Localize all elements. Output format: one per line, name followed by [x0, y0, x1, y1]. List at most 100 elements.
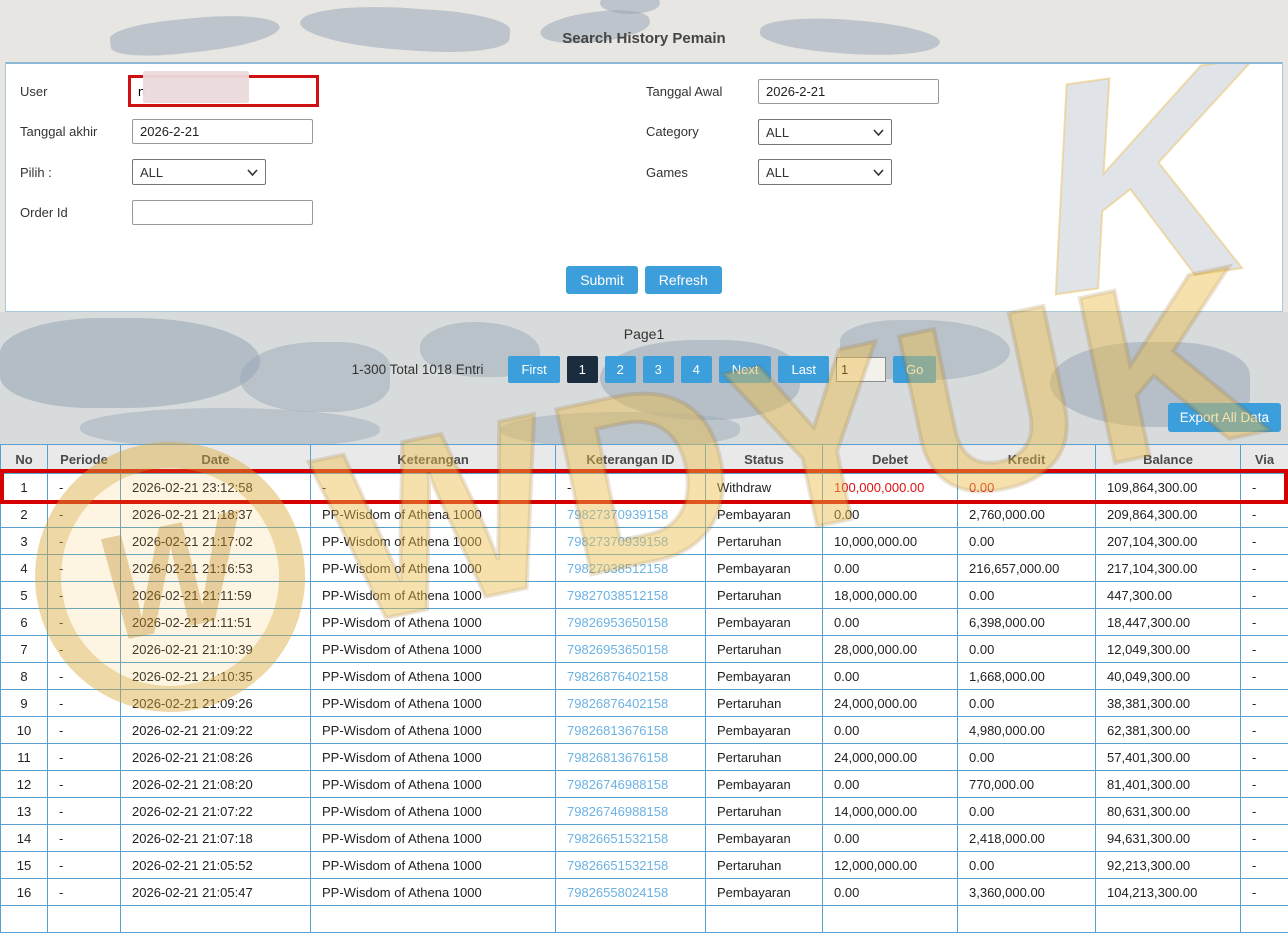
cell-keterangan-id[interactable]: 79827370939158	[556, 501, 706, 528]
cell-date: 2026-02-21 21:09:26	[121, 690, 311, 717]
cell-balance: 447,300.00	[1096, 582, 1241, 609]
table-row: 8-2026-02-21 21:10:35PP-Wisdom of Athena…	[1, 663, 1288, 690]
goto-page-input[interactable]	[836, 357, 886, 382]
chevron-down-icon	[873, 129, 884, 136]
cell-no: 4	[1, 555, 48, 582]
cell-debet: 28,000,000.00	[823, 636, 958, 663]
cell-date: 2026-02-21 21:11:51	[121, 609, 311, 636]
tanggal-akhir-input[interactable]	[132, 119, 313, 144]
table-row	[1, 906, 1288, 933]
cell-keterangan-id[interactable]: 79826651532158	[556, 852, 706, 879]
cell-balance: 94,631,300.00	[1096, 825, 1241, 852]
cell-keterangan: PP-Wisdom of Athena 1000	[311, 852, 556, 879]
first-page-button[interactable]: First	[508, 356, 559, 383]
order-id-input[interactable]	[132, 200, 313, 225]
cell-kredit: 3,360,000.00	[958, 879, 1096, 906]
cell-debet: 24,000,000.00	[823, 690, 958, 717]
submit-button[interactable]: Submit	[566, 266, 638, 294]
cell-keterangan-id[interactable]: 79827038512158	[556, 582, 706, 609]
cell-keterangan: PP-Wisdom of Athena 1000	[311, 609, 556, 636]
cell-keterangan-id[interactable]: 79826746988158	[556, 798, 706, 825]
cell-keterangan-id[interactable]: 79826813676158	[556, 744, 706, 771]
cell-balance: 104,213,300.00	[1096, 879, 1241, 906]
cell-keterangan-id[interactable]: 79826876402158	[556, 663, 706, 690]
cell-keterangan-id[interactable]: 79826953650158	[556, 609, 706, 636]
cell-status: Pembayaran	[706, 501, 823, 528]
cell-periode: -	[48, 474, 121, 501]
cell-via: -	[1241, 501, 1288, 528]
cell-periode	[48, 906, 121, 933]
cell-keterangan: PP-Wisdom of Athena 1000	[311, 825, 556, 852]
cell-kredit: 0.00	[958, 474, 1096, 501]
category-select[interactable]: ALL	[758, 119, 892, 145]
pilih-select[interactable]: ALL	[132, 159, 266, 185]
tanggal-awal-input[interactable]	[758, 79, 939, 104]
cell-balance: 18,447,300.00	[1096, 609, 1241, 636]
cell-keterangan-id[interactable]: 79826876402158	[556, 690, 706, 717]
page-button-1[interactable]: 1	[567, 356, 598, 383]
category-select-value: ALL	[766, 125, 789, 140]
page-button-2[interactable]: 2	[605, 356, 636, 383]
cell-keterangan: PP-Wisdom of Athena 1000	[311, 690, 556, 717]
cell-no: 15	[1, 852, 48, 879]
cell-balance: 12,049,300.00	[1096, 636, 1241, 663]
cell-keterangan-id[interactable]: 79826558024158	[556, 879, 706, 906]
cell-keterangan	[311, 906, 556, 933]
cell-date: 2026-02-21 21:10:39	[121, 636, 311, 663]
cell-debet: 10,000,000.00	[823, 528, 958, 555]
go-button[interactable]: Go	[893, 356, 936, 383]
tanggal-awal-label: Tanggal Awal	[646, 84, 722, 99]
export-all-data-button[interactable]: Export All Data	[1168, 403, 1281, 432]
cell-via: -	[1241, 690, 1288, 717]
cell-via: -	[1241, 879, 1288, 906]
cell-via: -	[1241, 555, 1288, 582]
cell-no: 3	[1, 528, 48, 555]
cell-balance: 62,381,300.00	[1096, 717, 1241, 744]
cell-no: 8	[1, 663, 48, 690]
cell-no: 11	[1, 744, 48, 771]
next-page-button[interactable]: Next	[719, 356, 772, 383]
cell-periode: -	[48, 717, 121, 744]
page-button-3[interactable]: 3	[643, 356, 674, 383]
cell-via: -	[1241, 582, 1288, 609]
cell-kredit: 0.00	[958, 582, 1096, 609]
cell-keterangan-id[interactable]: 79826953650158	[556, 636, 706, 663]
cell-kredit: 0.00	[958, 852, 1096, 879]
chevron-down-icon	[873, 169, 884, 176]
cell-date: 2026-02-21 21:16:53	[121, 555, 311, 582]
table-header-row: No Periode Date Keterangan Keterangan ID…	[1, 445, 1288, 474]
cell-keterangan-id[interactable]: 79826746988158	[556, 771, 706, 798]
cell-keterangan-id[interactable]: 79826651532158	[556, 825, 706, 852]
history-table: No Periode Date Keterangan Keterangan ID…	[0, 444, 1288, 933]
cell-periode: -	[48, 771, 121, 798]
cell-balance: 81,401,300.00	[1096, 771, 1241, 798]
col-balance: Balance	[1096, 445, 1241, 474]
cell-debet: 0.00	[823, 825, 958, 852]
cell-keterangan: PP-Wisdom of Athena 1000	[311, 744, 556, 771]
cell-status: Pembayaran	[706, 771, 823, 798]
cell-keterangan: PP-Wisdom of Athena 1000	[311, 663, 556, 690]
cell-status: Pembayaran	[706, 879, 823, 906]
cell-keterangan-id[interactable]: 79827370939158	[556, 528, 706, 555]
cell-date: 2026-02-21 21:07:18	[121, 825, 311, 852]
cell-periode: -	[48, 609, 121, 636]
cell-status: Pembayaran	[706, 555, 823, 582]
cell-kredit: 216,657,000.00	[958, 555, 1096, 582]
category-label: Category	[646, 124, 699, 139]
page-button-4[interactable]: 4	[681, 356, 712, 383]
cell-keterangan-id[interactable]: 79826813676158	[556, 717, 706, 744]
games-select[interactable]: ALL	[758, 159, 892, 185]
search-form-panel: K User Tanggal akhir Pilih : ALL Order I…	[5, 62, 1283, 312]
refresh-button[interactable]: Refresh	[645, 266, 722, 294]
cell-date: 2026-02-21 21:05:47	[121, 879, 311, 906]
cell-keterangan-id[interactable]: 79827038512158	[556, 555, 706, 582]
cell-kredit: 1,668,000.00	[958, 663, 1096, 690]
cell-status	[706, 906, 823, 933]
cell-no: 16	[1, 879, 48, 906]
cell-periode: -	[48, 663, 121, 690]
cell-periode: -	[48, 690, 121, 717]
col-via: Via	[1241, 445, 1288, 474]
cell-kredit: 2,418,000.00	[958, 825, 1096, 852]
last-page-button[interactable]: Last	[778, 356, 829, 383]
user-label: User	[20, 84, 47, 99]
